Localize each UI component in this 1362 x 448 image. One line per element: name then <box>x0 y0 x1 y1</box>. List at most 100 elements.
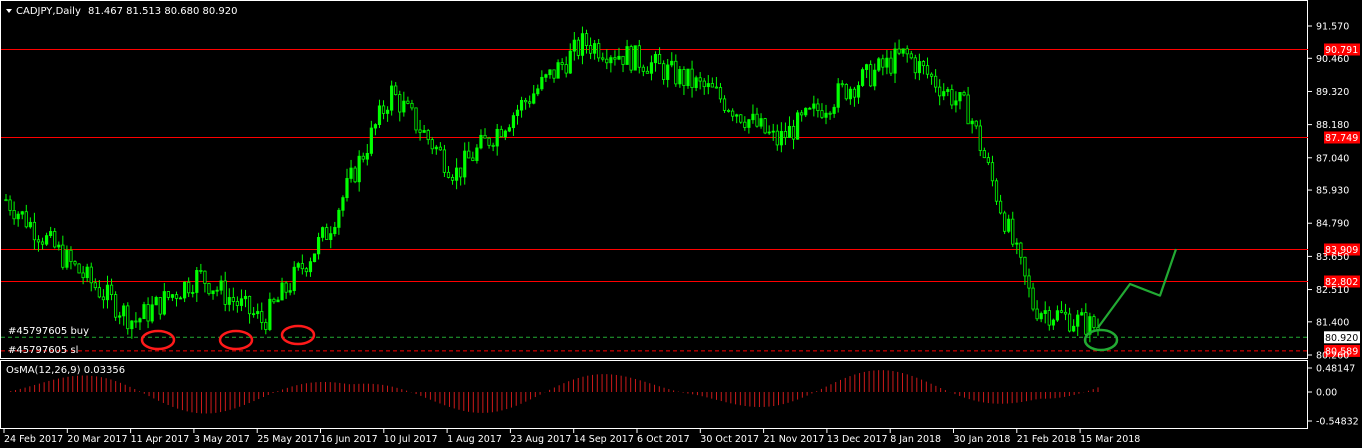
candle-body <box>239 298 244 306</box>
sl-order-label[interactable]: #45797605 sl <box>8 345 78 356</box>
candle-body <box>950 89 954 106</box>
time-tick-label: 30 Jan 2018 <box>954 434 1011 445</box>
candle-body <box>633 45 637 71</box>
candle-body <box>759 118 763 127</box>
candle-body <box>1039 313 1043 320</box>
candle-body <box>714 86 719 89</box>
buy-order-label[interactable]: #45797605 buy <box>8 326 89 337</box>
candle-body <box>990 162 995 182</box>
candle-body <box>832 106 836 114</box>
candle-body <box>946 89 950 92</box>
candle-body <box>751 113 755 121</box>
support-circle-marker[interactable] <box>218 329 254 351</box>
candle-body <box>698 77 702 82</box>
candle-body <box>507 127 511 132</box>
candle-body <box>276 299 280 303</box>
candle-body <box>795 112 800 140</box>
candle-body <box>629 46 633 71</box>
time-axis[interactable]: 24 Feb 2017 20 Mar 2017 11 Apr 2017 3 May 2… <box>3 429 1140 445</box>
candle-body <box>162 291 166 315</box>
candle-body <box>199 270 203 272</box>
indicator-axis: 0.48147 0.00 -0.54832 <box>1308 364 1359 428</box>
candle-body <box>1003 212 1007 232</box>
candle-body <box>1023 256 1027 277</box>
candle-body <box>678 69 682 85</box>
candle-body <box>812 103 816 109</box>
time-tick-label: 6 Oct 2017 <box>637 434 690 445</box>
candle-body <box>532 93 536 104</box>
candle-body <box>747 119 751 128</box>
candle-body <box>365 152 369 160</box>
candle-body <box>398 94 402 113</box>
candle-body <box>694 77 698 88</box>
candle-body <box>211 290 215 295</box>
candle-body <box>495 128 499 147</box>
symbol-header[interactable]: CADJPY,Daily 81.467 81.513 80.680 80.920 <box>6 6 238 17</box>
candle-body <box>1084 312 1088 335</box>
candle-body <box>438 146 442 151</box>
indicator-tick-label: -0.54832 <box>1316 417 1359 428</box>
price-tick-label: 81.400 <box>1316 317 1349 328</box>
candle-body <box>174 294 179 299</box>
candle-body <box>722 98 727 111</box>
candle-body <box>666 64 670 80</box>
candle-body <box>475 147 479 161</box>
horizontal-levels[interactable]: 90.79187.74983.90982.80280.92080.589 <box>1 43 1360 358</box>
candle-body <box>65 249 69 268</box>
candle-body <box>122 305 126 317</box>
projection-path[interactable] <box>1097 248 1178 329</box>
candle-body <box>739 114 743 123</box>
candle-body <box>653 54 658 64</box>
candle-body <box>304 268 309 273</box>
buy-value-label: 80.920 <box>1325 333 1358 344</box>
candle-body <box>183 281 187 299</box>
candle-body <box>345 178 349 199</box>
candle-body <box>568 50 572 74</box>
candle-body <box>783 130 788 138</box>
candle-body <box>942 91 946 97</box>
price-axis[interactable]: 91.570 90.460 89.320 88.180 87.040 85.930 84.7… <box>1308 22 1349 362</box>
candle-body <box>564 64 568 74</box>
candle-body <box>418 129 422 133</box>
candle-body <box>178 297 183 300</box>
candle-body <box>901 48 905 54</box>
candle-body <box>312 253 317 263</box>
trading-chart[interactable]: CADJPY,Daily 81.467 81.513 80.680 80.920… <box>0 0 1362 448</box>
candle-body <box>73 261 77 265</box>
candle-body <box>16 213 20 220</box>
price-tick-label: 87.040 <box>1316 153 1349 164</box>
candle-body <box>934 75 938 88</box>
candle-body <box>994 180 999 202</box>
candle-body <box>657 54 662 65</box>
support-circle-marker[interactable] <box>280 324 316 346</box>
candle-body <box>645 70 649 74</box>
candle-body <box>690 68 694 88</box>
candle-body <box>300 263 304 270</box>
candle-body <box>958 92 962 102</box>
candle-body <box>361 155 365 160</box>
candle-body <box>1011 218 1015 245</box>
candle-body <box>243 295 248 300</box>
dropdown-triangle-icon[interactable] <box>6 9 12 13</box>
candle-body <box>536 88 540 95</box>
candle-body <box>791 125 796 140</box>
candle-body <box>1043 310 1047 314</box>
candle-body <box>101 296 106 301</box>
candle-body <box>402 100 406 113</box>
candle-body <box>333 226 337 235</box>
candle-body <box>767 131 771 134</box>
candle-body <box>1031 287 1035 310</box>
candle-body <box>349 167 353 179</box>
candle-body <box>223 280 227 305</box>
candle-body <box>49 231 53 237</box>
candle-body <box>394 85 398 95</box>
candle-body <box>85 266 89 279</box>
candle-body <box>296 263 300 268</box>
support-circle-marker[interactable] <box>140 329 176 351</box>
candle-body <box>455 167 459 181</box>
candle-body <box>1055 310 1060 321</box>
candle-body <box>385 109 390 114</box>
price-tick-label: 80.260 <box>1316 351 1349 362</box>
candle-body <box>430 139 434 150</box>
candle-body <box>166 291 170 298</box>
